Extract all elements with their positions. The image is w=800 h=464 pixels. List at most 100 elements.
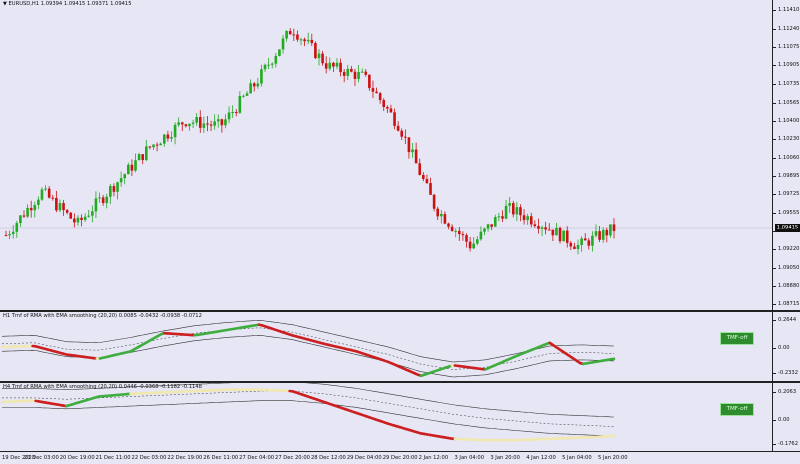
candle-body	[263, 64, 267, 70]
candle-body	[440, 213, 443, 217]
candle-body	[260, 69, 263, 84]
candle-body	[130, 164, 134, 171]
time-label: 3 Jan 04:00	[454, 455, 485, 461]
price-tick-label: 1.10565	[778, 99, 800, 106]
chart-window[interactable]: ▼ EURUSD,H1 1.09394 1.09415 1.09371 1.09…	[0, 0, 800, 464]
price-tick-label: 1.10905	[778, 62, 800, 69]
candle-body	[458, 230, 461, 235]
price-tick	[773, 139, 776, 141]
candle-body	[353, 71, 357, 79]
candle-body	[382, 100, 386, 108]
candle-body	[37, 199, 40, 205]
candle-body	[422, 174, 425, 179]
signal-dotted-line	[1, 327, 615, 370]
candle-body	[166, 134, 170, 139]
dropdown-triangle-icon[interactable]: ▼	[3, 1, 7, 7]
candle-body	[479, 231, 483, 240]
h1-tmf-axis[interactable]: 0.2644 0.00 -0.2332	[772, 312, 800, 381]
time-label: 5 Jan 20:00	[598, 455, 628, 461]
candle-body	[4, 235, 8, 237]
candle-body	[418, 163, 422, 175]
price-axis[interactable]: 1.09415 1.11410 1.11240 1.11075 1.10905 1.10…	[772, 0, 800, 310]
price-tick-label: 1.08715	[778, 301, 800, 308]
candle-body	[601, 229, 605, 240]
candle-body	[155, 144, 159, 146]
candle-body	[267, 64, 270, 66]
h4-tmf-plot	[0, 383, 616, 442]
candle-body	[231, 112, 234, 114]
candle-body	[407, 137, 411, 153]
candle-body	[101, 197, 105, 204]
candle-body	[432, 194, 436, 209]
candlestick-plot	[0, 27, 772, 255]
time-label: 28 Dec 12:00	[310, 455, 346, 461]
candle-body	[612, 224, 616, 231]
candle-body	[238, 96, 242, 113]
candle-body	[55, 197, 58, 211]
candle-body	[249, 83, 252, 94]
candle-body	[33, 204, 37, 211]
indicator-tick	[773, 348, 776, 350]
indicator-tick	[773, 443, 776, 445]
candle-body	[69, 212, 73, 219]
price-tick-label: 1.09050	[778, 264, 800, 271]
candle-body	[274, 55, 278, 64]
h1-tmf-toggle-button[interactable]: TMF-off	[720, 332, 754, 345]
indicator-tick	[773, 319, 776, 321]
candle-body	[209, 124, 213, 126]
price-chart-panel[interactable]: ▼ EURUSD,H1 1.09394 1.09415 1.09371 1.09…	[0, 0, 772, 310]
price-tick	[773, 249, 776, 251]
candle-body	[73, 218, 76, 223]
candle-body	[310, 39, 314, 43]
candle-body	[162, 134, 166, 144]
candle-body	[145, 146, 148, 161]
candle-body	[80, 217, 83, 220]
price-tick-label: 1.09725	[778, 191, 800, 198]
candle-body	[533, 224, 537, 227]
lower-band-line	[1, 334, 615, 378]
candle-body	[234, 112, 238, 114]
candle-body	[148, 146, 152, 148]
price-tick-label: 1.10230	[778, 136, 800, 143]
symbol-title-text: EURUSD,H1 1.09394 1.09415 1.09371 1.0941…	[8, 1, 132, 7]
candle-body	[127, 164, 130, 175]
candle-body	[19, 215, 22, 224]
candle-body	[11, 231, 15, 235]
h4-tmf-toggle-button[interactable]: TMF-off	[720, 403, 754, 416]
candle-body	[134, 160, 137, 171]
price-tick-label: 1.11240	[778, 25, 800, 32]
time-label: 29 Dec 04:00	[346, 455, 382, 461]
time-label: 22 Dec 19:00	[167, 455, 203, 461]
price-tick	[773, 267, 776, 269]
candle-body	[450, 226, 454, 231]
price-tick-label: 1.10735	[778, 81, 800, 87]
h4-tmf-panel[interactable]: H4 Tmf of RMA with EMA smoothing (20,20)…	[0, 383, 772, 451]
h4-tmf-axis[interactable]: 0.2063 0.00 -0.1762	[772, 383, 800, 451]
candle-body	[184, 124, 188, 127]
candle-body	[188, 123, 191, 127]
candle-body	[609, 224, 612, 236]
candle-body	[202, 123, 206, 128]
h1-tmf-panel[interactable]: H1 Tmf of RMA with EMA smoothing (20,20)…	[0, 312, 772, 381]
candle-body	[278, 49, 281, 56]
candle-body	[22, 215, 26, 217]
price-tick	[773, 46, 776, 48]
candle-body	[591, 235, 594, 246]
h1-tmf-title: H1 Tmf of RMA with EMA smoothing (20,20)…	[3, 313, 202, 319]
time-label: 29 Dec 20:00	[382, 455, 418, 461]
price-tick	[773, 157, 776, 159]
tmf-segment	[609, 357, 616, 361]
price-tick-label: 1.10400	[778, 117, 800, 124]
time-label: 22 Dec 03:00	[131, 455, 167, 461]
candle-body	[47, 188, 51, 198]
time-label: 3 Jan 20:00	[490, 455, 520, 461]
candle-body	[328, 62, 332, 69]
candle-body	[288, 30, 292, 35]
time-label: 20 Dec 03:00	[23, 455, 59, 461]
candle-body	[299, 39, 303, 41]
candle-body	[206, 123, 209, 125]
candle-body	[522, 215, 526, 221]
candle-body	[306, 39, 310, 42]
candle-body	[501, 216, 504, 219]
candle-body	[569, 242, 573, 247]
